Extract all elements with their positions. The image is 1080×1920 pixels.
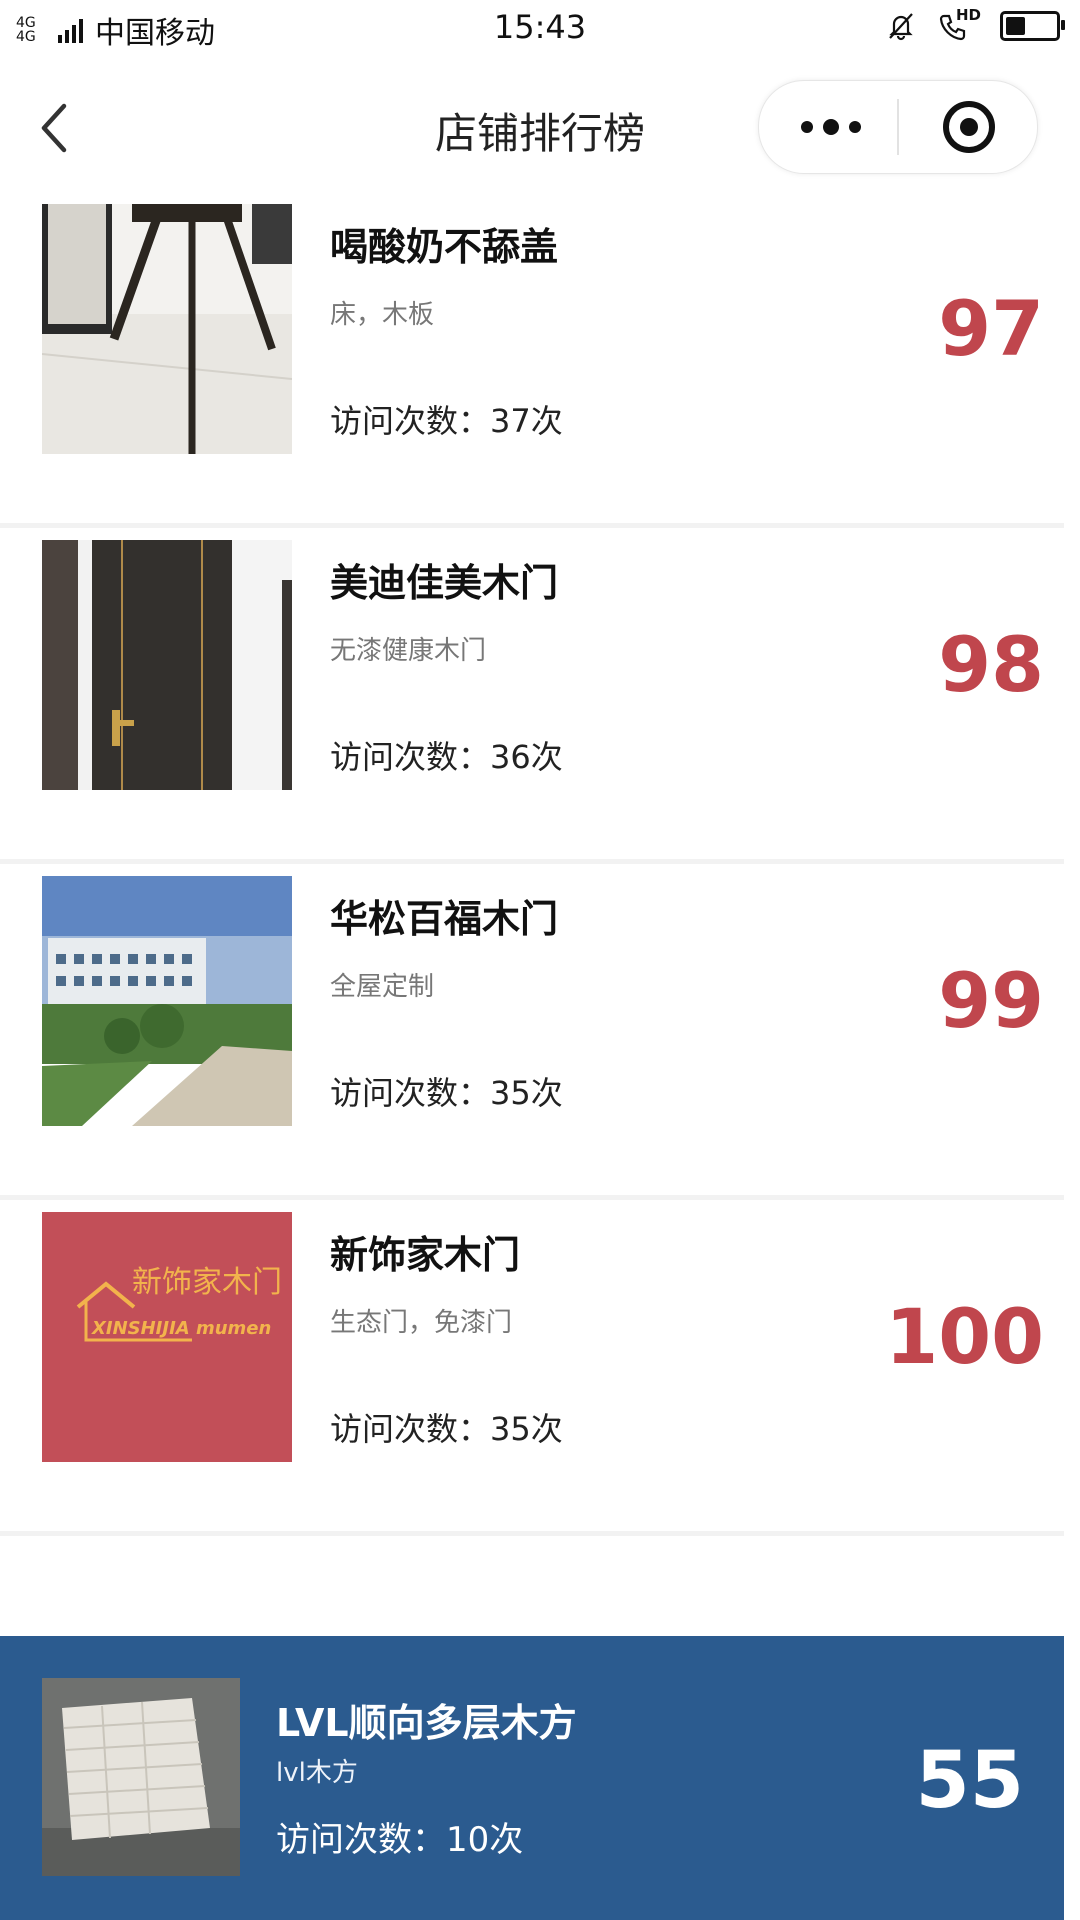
list-item[interactable]: 喝酸奶不舔盖 床，木板 访问次数：37次 97	[0, 192, 1064, 528]
shop-tags: 床，木板	[330, 300, 435, 330]
shop-name: 美迪佳美木门	[330, 561, 559, 605]
shop-photo-stool	[42, 204, 292, 454]
capsule-divider	[897, 99, 899, 155]
status-bar: 4G 4G 中国移动 15:43 HD	[0, 0, 1080, 62]
visit-count: 访问次数：35次	[330, 1074, 563, 1112]
shop-thumbnail: 新饰家木门 XINSHIJIA mumen	[42, 1212, 292, 1462]
shop-photo-factory	[42, 876, 292, 1126]
shop-tags: 生态门，免漆门	[330, 1308, 513, 1338]
list-item[interactable]: 新饰家木门 XINSHIJIA mumen 新饰家木门 生态门，免漆门 访问次数…	[0, 1200, 1064, 1536]
shop-name: 华松百福木门	[330, 897, 559, 941]
visit-count: 访问次数：35次	[330, 1410, 563, 1448]
hd-label: HD	[956, 6, 982, 24]
shop-score: 98	[938, 620, 1044, 709]
close-miniprogram-icon[interactable]	[943, 101, 995, 153]
list-item[interactable]: 美迪佳美木门 无漆健康木门 访问次数：36次 98	[0, 528, 1064, 864]
logo-text: 新饰家木门	[132, 1265, 282, 1300]
my-shop-visit-count: 访问次数：10次	[276, 1820, 524, 1860]
battery-fill	[1006, 17, 1025, 35]
shop-photo-door	[42, 540, 292, 790]
shop-ranking-list: 喝酸奶不舔盖 床，木板 访问次数：37次 97 美迪佳美木门 无漆健康木门 访问…	[0, 192, 1064, 1536]
shop-logo-image: 新饰家木门 XINSHIJIA mumen	[42, 1212, 292, 1462]
shop-score: 100	[885, 1292, 1044, 1381]
battery-icon	[1000, 11, 1065, 41]
logo-subtext: XINSHIJIA mumen	[91, 1318, 271, 1339]
shop-name: 喝酸奶不舔盖	[330, 225, 559, 269]
bell-muted-icon	[889, 13, 913, 41]
shop-thumbnail	[42, 876, 292, 1126]
visit-count: 访问次数：37次	[330, 402, 563, 440]
my-shop-name: LVL顺向多层木方	[276, 1701, 577, 1745]
miniprogram-capsule	[758, 80, 1038, 174]
shop-score: 99	[938, 956, 1044, 1045]
shop-photo-lumber	[42, 1678, 240, 1876]
nav-bar: 店铺排行榜	[0, 62, 1080, 192]
my-shop-thumbnail	[42, 1678, 240, 1876]
shop-thumbnail	[42, 204, 292, 454]
shop-tags: 无漆健康木门	[330, 636, 487, 666]
my-shop-tags: lvl木方	[276, 1758, 358, 1788]
hd-call-indicator: HD	[938, 6, 981, 42]
shop-thumbnail	[42, 540, 292, 790]
shop-score: 97	[938, 284, 1044, 373]
more-icon[interactable]	[801, 113, 871, 141]
shop-tags: 全屋定制	[330, 972, 435, 1002]
my-shop-score: 55	[915, 1736, 1024, 1826]
status-right: HD	[886, 6, 1065, 42]
shop-name: 新饰家木门	[330, 1233, 521, 1277]
my-shop-bar[interactable]: LVL顺向多层木方 lvl木方 访问次数：10次 55	[0, 1636, 1064, 1920]
list-item[interactable]: 华松百福木门 全屋定制 访问次数：35次 99	[0, 864, 1064, 1200]
visit-count: 访问次数：36次	[330, 738, 563, 776]
